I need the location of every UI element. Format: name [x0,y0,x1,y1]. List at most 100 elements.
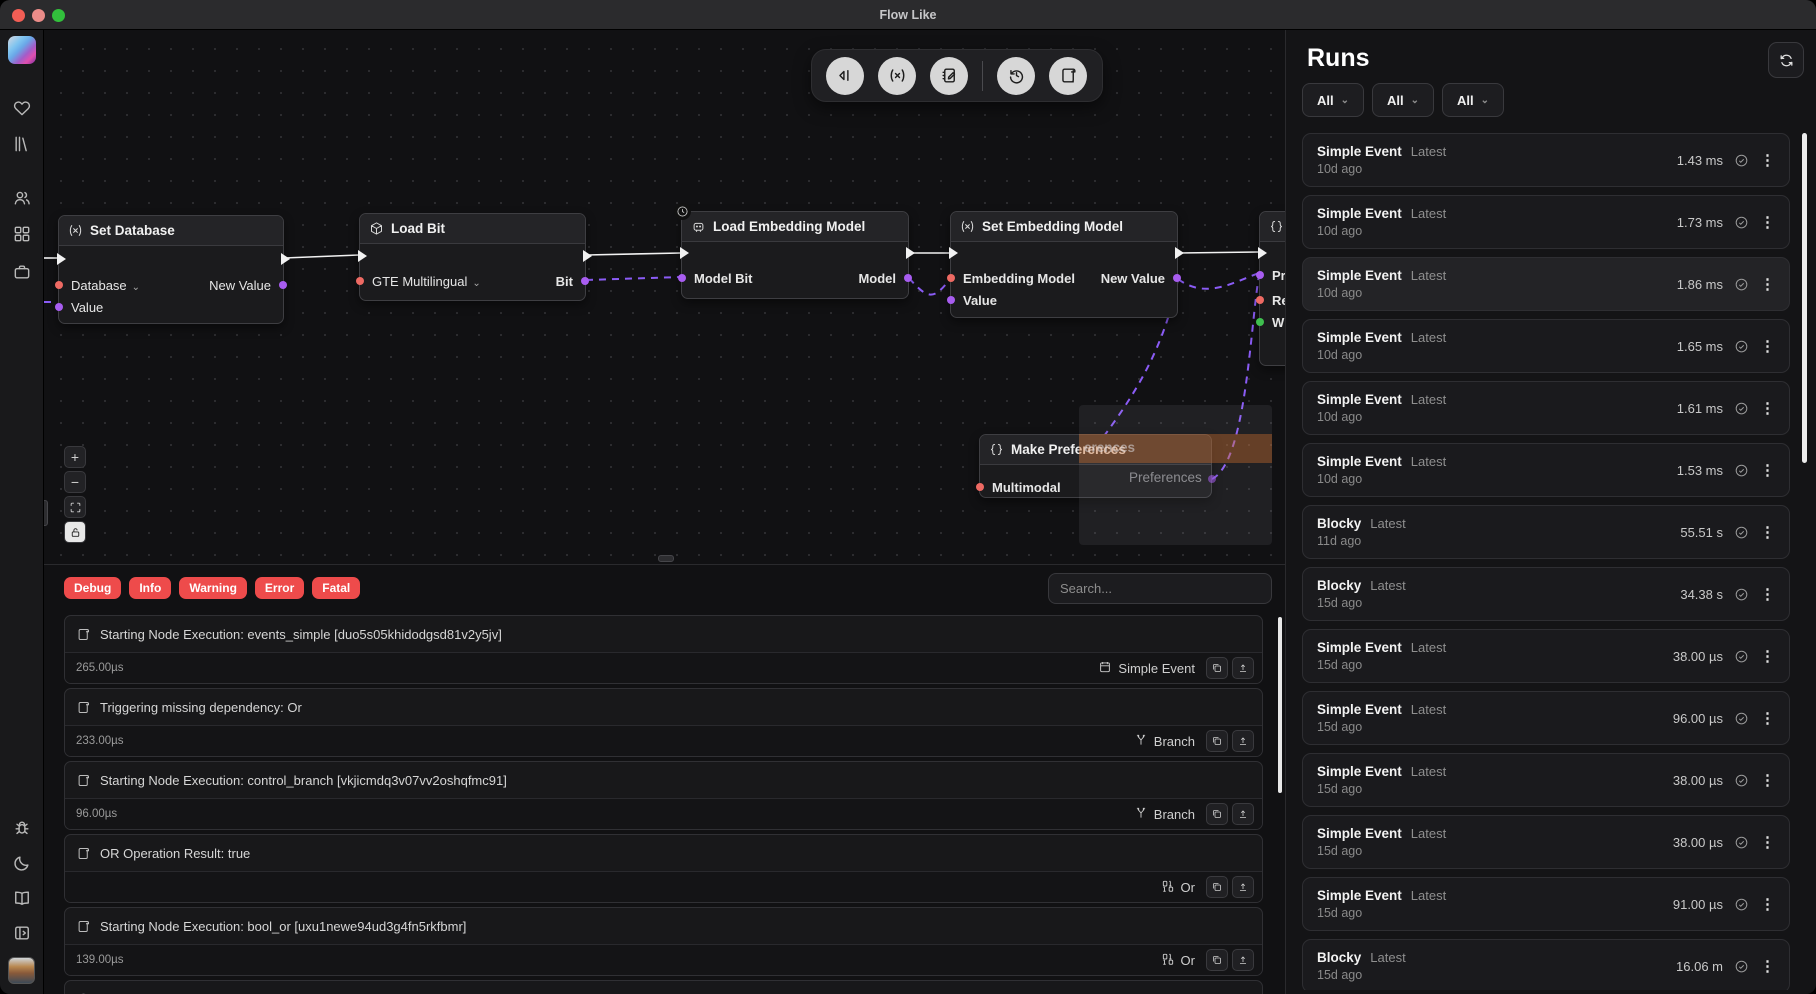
runs-filter-dropdown-1[interactable]: All⌄ [1302,83,1364,117]
moon-icon[interactable] [10,851,34,875]
pin-dot[interactable] [581,277,589,285]
output-pin-label[interactable]: New Value [209,278,271,293]
user-avatar[interactable] [8,957,35,984]
log-entry[interactable]: Triggering missing dependency: Or 233.00… [64,688,1263,757]
pin-dot[interactable] [678,274,686,282]
run-list-item[interactable]: Simple Event Latest 10d ago 1.61 ms ⋮ [1302,381,1790,435]
copy-button[interactable] [1206,949,1228,971]
kebab-menu-icon[interactable]: ⋮ [1760,835,1775,850]
log-scrollbar[interactable] [1278,617,1282,793]
exec-in-pin[interactable] [1258,247,1267,259]
input-pin-label[interactable]: Embedding Model [963,271,1075,286]
variables-button[interactable] [878,57,916,95]
run-list-item[interactable]: Simple Event Latest 10d ago 1.86 ms ⋮ [1302,257,1790,311]
script-button[interactable] [1049,57,1087,95]
lock-button[interactable] [64,521,86,543]
open-in-flow-button[interactable] [1232,803,1254,825]
open-in-flow-button[interactable] [1232,730,1254,752]
pin-dot[interactable] [55,303,63,311]
runs-filter-dropdown-3[interactable]: All⌄ [1442,83,1504,117]
output-pin-label[interactable]: Model [858,271,896,286]
run-step-button[interactable] [826,57,864,95]
log-filter-chip-warning[interactable]: Warning [179,577,247,599]
open-in-flow-button[interactable] [1232,876,1254,898]
kebab-menu-icon[interactable]: ⋮ [1760,587,1775,602]
run-list-item[interactable]: Blocky Latest 15d ago 34.38 s ⋮ [1302,567,1790,621]
log-entry[interactable]: Hi [64,980,1263,994]
node-load-bit[interactable]: Load Bit GTE Multilingual⌄ Bit [359,213,586,301]
kebab-menu-icon[interactable]: ⋮ [1760,215,1775,230]
kebab-menu-icon[interactable]: ⋮ [1760,153,1775,168]
kebab-menu-icon[interactable]: ⋮ [1760,897,1775,912]
runs-filter-dropdown-2[interactable]: All⌄ [1372,83,1434,117]
pin-dot[interactable] [356,277,364,285]
exec-out-pin[interactable] [906,247,915,259]
exec-out-pin[interactable] [281,253,290,265]
library-icon[interactable] [10,132,34,156]
run-list-item[interactable]: Simple Event Latest 15d ago 38.00 µs ⋮ [1302,629,1790,683]
panel-toggle-icon[interactable] [10,921,34,945]
run-list-item[interactable]: Blocky Latest 15d ago 16.06 m ⋮ [1302,939,1790,990]
briefcase-icon[interactable] [10,260,34,284]
input-pin-label[interactable]: Database⌄ [71,278,140,293]
node-partial-right[interactable]: Pr Re W [1259,211,1285,366]
node-header[interactable]: Set Embedding Model [951,212,1177,242]
zoom-in-button[interactable]: + [64,446,86,468]
kebab-menu-icon[interactable]: ⋮ [1760,339,1775,354]
runs-scrollbar[interactable] [1802,133,1807,463]
node-header[interactable]: Load Bit [360,214,585,244]
copy-button[interactable] [1206,657,1228,679]
pin-dot[interactable] [1256,271,1264,279]
run-list-item[interactable]: Simple Event Latest 10d ago 1.43 ms ⋮ [1302,133,1790,187]
log-filter-chip-debug[interactable]: Debug [64,577,121,599]
copy-button[interactable] [1206,803,1228,825]
node-set-database[interactable]: Set Database Database⌄ New Value Value [58,215,284,324]
exec-in-pin[interactable] [949,247,958,259]
input-pin-label[interactable]: GTE Multilingual⌄ [372,274,481,289]
log-search-input[interactable] [1048,573,1272,604]
log-filter-chip-info[interactable]: Info [129,577,171,599]
run-list-item[interactable]: Simple Event Latest 15d ago 91.00 µs ⋮ [1302,877,1790,931]
pin-dot[interactable] [279,281,287,289]
exec-in-pin[interactable] [57,253,66,265]
kebab-menu-icon[interactable]: ⋮ [1760,401,1775,416]
apps-grid-icon[interactable] [10,222,34,246]
kebab-menu-icon[interactable]: ⋮ [1760,277,1775,292]
node-header[interactable]: Set Database [59,216,283,246]
input-pin-label[interactable]: Re [1272,293,1285,308]
run-list-item[interactable]: Simple Event Latest 10d ago 1.73 ms ⋮ [1302,195,1790,249]
run-list-item[interactable]: Simple Event Latest 10d ago 1.53 ms ⋮ [1302,443,1790,497]
output-pin-label[interactable]: New Value [1101,271,1165,286]
book-icon[interactable] [10,886,34,910]
zoom-out-button[interactable]: − [64,471,86,493]
kebab-menu-icon[interactable]: ⋮ [1760,525,1775,540]
pin-dot[interactable] [1256,318,1264,326]
exec-in-pin[interactable] [680,247,689,259]
log-filter-chip-error[interactable]: Error [255,577,304,599]
run-list-item[interactable]: Simple Event Latest 10d ago 1.65 ms ⋮ [1302,319,1790,373]
bug-icon[interactable] [10,816,34,840]
kebab-menu-icon[interactable]: ⋮ [1760,959,1775,974]
run-list-item[interactable]: Simple Event Latest 15d ago 38.00 µs ⋮ [1302,815,1790,869]
pin-dot[interactable] [1256,296,1264,304]
open-in-flow-button[interactable] [1232,657,1254,679]
copy-button[interactable] [1206,730,1228,752]
history-button[interactable] [997,57,1035,95]
log-panel-resize-grip[interactable] [658,555,674,562]
notebook-button[interactable] [930,57,968,95]
users-icon[interactable] [10,186,34,210]
pin-dot[interactable] [976,483,984,491]
kebab-menu-icon[interactable]: ⋮ [1760,773,1775,788]
exec-out-pin[interactable] [1175,247,1184,259]
pin-dot[interactable] [947,296,955,304]
left-panel-grip[interactable] [44,500,48,526]
log-filter-chip-fatal[interactable]: Fatal [312,577,360,599]
pin-dot[interactable] [947,274,955,282]
kebab-menu-icon[interactable]: ⋮ [1760,463,1775,478]
exec-out-pin[interactable] [583,250,592,262]
pin-dot[interactable] [55,281,63,289]
node-header[interactable] [1260,212,1285,242]
heart-icon[interactable] [10,96,34,120]
copy-button[interactable] [1206,876,1228,898]
input-pin-label[interactable]: Value [963,293,997,308]
